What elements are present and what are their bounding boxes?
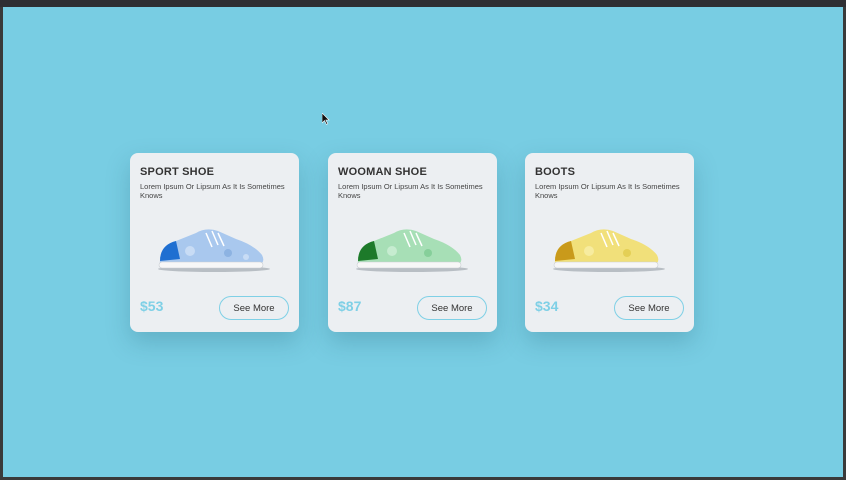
product-card-sport-shoe: SPORT SHOE Lorem Ipsum Or Lipsum As It I… — [130, 153, 299, 332]
price-label: $87 — [338, 298, 362, 314]
card-title: WOOMAN SHOE — [338, 166, 427, 178]
card-description: Lorem Ipsum Or Lipsum As It Is Sometimes… — [535, 182, 680, 200]
see-more-button[interactable]: See More — [614, 296, 684, 320]
price-label: $53 — [140, 298, 164, 314]
price-label: $34 — [535, 298, 559, 314]
sneaker-image — [158, 229, 270, 272]
mouse-pointer-icon — [322, 113, 330, 125]
browser-toolbar — [0, 0, 846, 7]
see-more-button[interactable]: See More — [417, 296, 487, 320]
card-description: Lorem Ipsum Or Lipsum As It Is Sometimes… — [338, 182, 483, 200]
sneaker-image — [356, 229, 468, 272]
card-title: BOOTS — [535, 166, 576, 178]
card-title: SPORT SHOE — [140, 166, 215, 178]
product-card-wooman-shoe: WOOMAN SHOE Lorem Ipsum Or Lipsum As It … — [328, 153, 497, 332]
see-more-button[interactable]: See More — [219, 296, 289, 320]
product-card-boots: BOOTS Lorem Ipsum Or Lipsum As It Is Som… — [525, 153, 694, 332]
card-description: Lorem Ipsum Or Lipsum As It Is Sometimes… — [140, 182, 285, 200]
sneaker-image — [553, 229, 665, 272]
page-viewport: SPORT SHOE Lorem Ipsum Or Lipsum As It I… — [3, 7, 843, 477]
